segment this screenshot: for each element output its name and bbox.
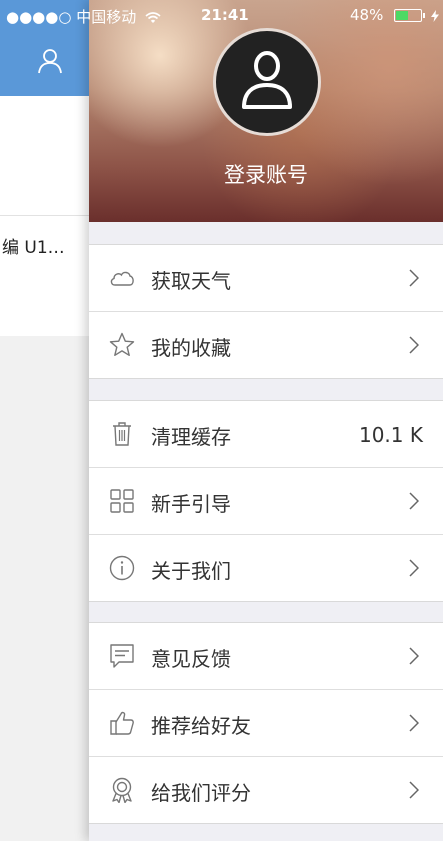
- battery-fill: [396, 11, 409, 20]
- menu-item-label: 推荐给好友: [151, 714, 251, 738]
- thumbs-up-icon: [110, 711, 134, 735]
- menu-item-favorites[interactable]: 我的收藏: [89, 312, 443, 378]
- award-icon: [112, 777, 132, 803]
- grid-icon: [110, 489, 134, 513]
- status-time: 21:41: [201, 6, 249, 24]
- battery-percent: 48%: [350, 6, 384, 24]
- star-icon: [109, 332, 135, 356]
- drawer-header: 登录账号: [89, 0, 443, 222]
- user-icon: [242, 51, 292, 109]
- menu-item-guide[interactable]: 新手引导: [89, 468, 443, 535]
- cloud-icon: [110, 271, 134, 286]
- login-button[interactable]: 登录账号: [89, 159, 443, 189]
- info-icon: [109, 555, 135, 581]
- menu-item-weather[interactable]: 获取天气: [89, 245, 443, 312]
- list-item-snippet[interactable]: 编 U1…: [2, 233, 65, 258]
- menu-item-feedback[interactable]: 意见反馈: [89, 623, 443, 690]
- trash-icon: [113, 422, 131, 446]
- menu-item-clear-cache[interactable]: 清理缓存 10.1 K: [89, 401, 443, 468]
- chevron-right-icon: [409, 559, 419, 577]
- battery-icon: [394, 9, 426, 22]
- battery-nub: [423, 13, 426, 18]
- main-page: 编 U1…: [0, 0, 89, 841]
- list-card: [0, 96, 89, 336]
- menu-item-label: 新手引导: [151, 492, 231, 516]
- side-drawer: 登录账号 获取天气 我的收藏 清理缓存 10.1 K 新手引导 关于我们 意见反…: [89, 0, 443, 841]
- chevron-right-icon: [409, 647, 419, 665]
- avatar[interactable]: [213, 28, 321, 136]
- menu-group-2: 清理缓存 10.1 K 新手引导 关于我们: [89, 400, 443, 602]
- bolt-icon: [430, 9, 439, 22]
- menu-item-label: 清理缓存: [151, 425, 231, 449]
- chevron-right-icon: [409, 336, 419, 354]
- menu-item-label: 给我们评分: [151, 781, 251, 805]
- cache-size-value: 10.1 K: [358, 423, 423, 447]
- chevron-right-icon: [409, 269, 419, 287]
- feedback-icon: [110, 644, 134, 668]
- status-bar: ●●●●○ 中国移动 21:41 48%: [0, 0, 443, 32]
- menu-item-recommend[interactable]: 推荐给好友: [89, 690, 443, 757]
- list-divider: [0, 215, 89, 216]
- menu-item-about[interactable]: 关于我们: [89, 535, 443, 601]
- menu-item-label: 我的收藏: [151, 336, 231, 360]
- menu-group-3: 意见反馈 推荐给好友 给我们评分: [89, 622, 443, 824]
- battery-indicator: 48%: [350, 6, 439, 24]
- menu-item-label: 获取天气: [151, 269, 231, 293]
- wifi-icon: [145, 11, 161, 23]
- user-icon[interactable]: [36, 47, 64, 75]
- carrier-text: ●●●●○ 中国移动: [6, 8, 137, 26]
- chevron-right-icon: [409, 492, 419, 510]
- menu-item-rate[interactable]: 给我们评分: [89, 757, 443, 823]
- chevron-right-icon: [409, 781, 419, 799]
- menu-item-label: 关于我们: [151, 559, 231, 583]
- menu-item-label: 意见反馈: [151, 647, 231, 671]
- carrier-label: ●●●●○ 中国移动: [6, 6, 161, 27]
- menu-group-1: 获取天气 我的收藏: [89, 244, 443, 379]
- chevron-right-icon: [409, 714, 419, 732]
